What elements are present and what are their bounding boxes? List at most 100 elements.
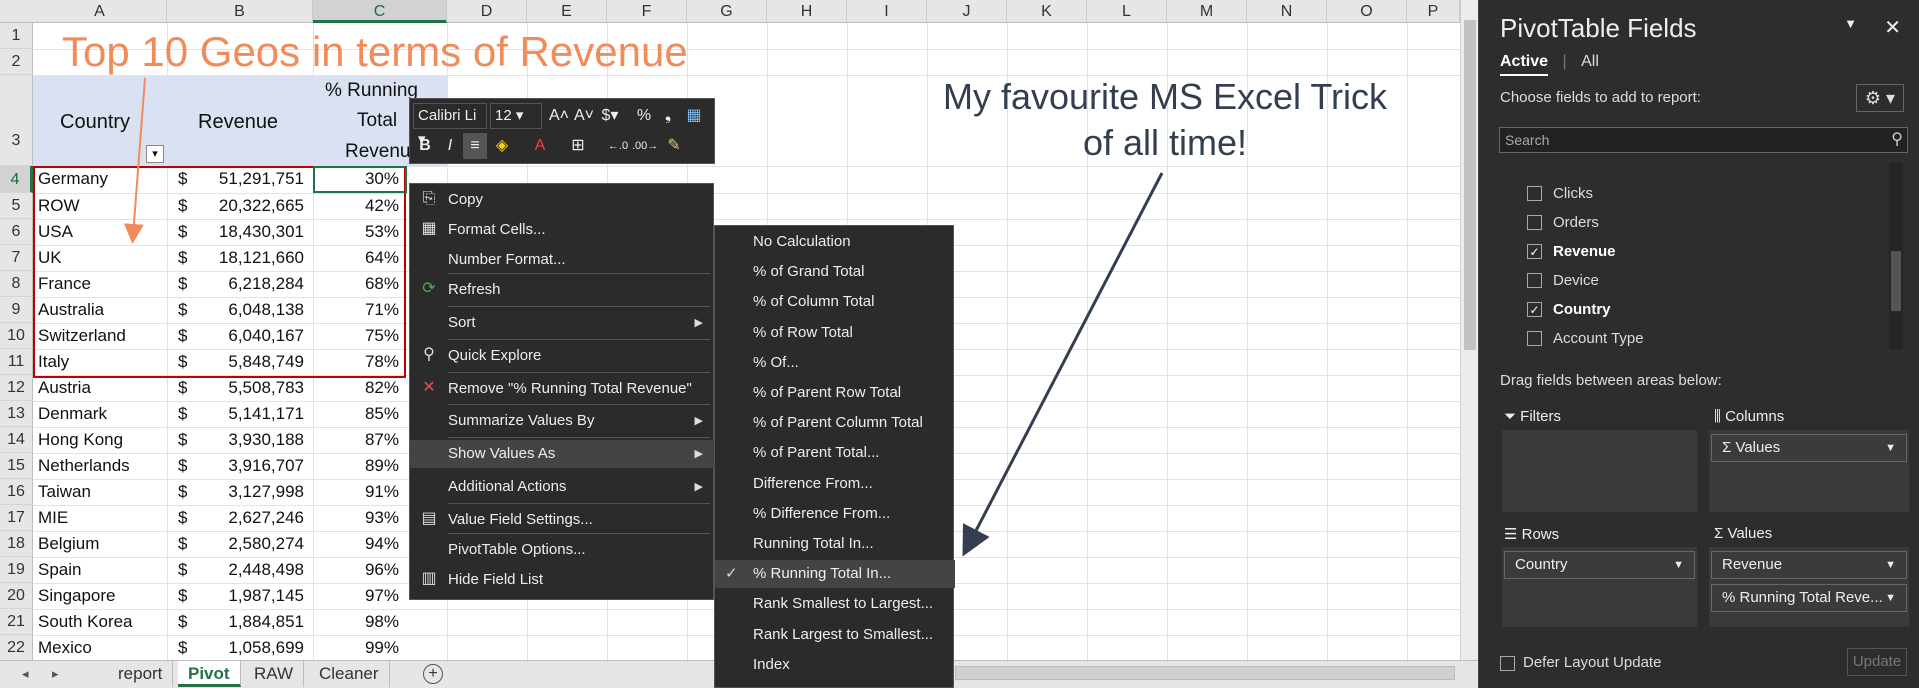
search-input[interactable]: Search ⚲ <box>1499 127 1908 153</box>
tab-pivot[interactable]: Pivot <box>178 661 241 687</box>
borders-icon[interactable]: ⊞ <box>566 133 590 159</box>
defer-layout-update[interactable]: Defer Layout Update <box>1500 654 1661 671</box>
font-size-box[interactable]: 12 ▾ <box>490 103 542 129</box>
chevron-down-icon[interactable]: ▼ <box>1885 552 1896 578</box>
shrink-font-icon[interactable]: A˅ <box>572 103 596 129</box>
tab-cleaner[interactable]: Cleaner <box>309 661 390 687</box>
font-name-box[interactable]: Calibri Li ▾ <box>413 103 487 148</box>
chevron-down-icon[interactable]: ▼ <box>1885 585 1896 611</box>
gear-icon[interactable]: ⚙ ▾ <box>1856 84 1904 112</box>
add-sheet-icon[interactable]: + <box>423 664 443 684</box>
submenu-item-rank-smallest-to-largest[interactable]: Rank Smallest to Largest... <box>715 590 955 618</box>
menu-item-hide-field-list[interactable]: ▥ Hide Field List <box>410 566 715 594</box>
field-orders[interactable]: Orders <box>1527 210 1599 236</box>
field-checkbox[interactable]: ✓ <box>1527 302 1542 317</box>
increase-decimal-icon[interactable]: .00→ <box>632 133 658 159</box>
field-checkbox[interactable] <box>1527 273 1542 288</box>
tab-all[interactable]: All <box>1581 53 1599 71</box>
field-checkbox[interactable] <box>1527 215 1542 230</box>
accounting-format-icon[interactable]: $▾ <box>598 103 622 129</box>
field-revenue[interactable]: ✓ Revenue <box>1527 239 1616 265</box>
menu-item-remove-running-total-revenue[interactable]: ✕ Remove "% Running Total Revenue" <box>410 375 715 403</box>
decrease-decimal-icon[interactable]: ←.0 <box>606 133 630 159</box>
columns-values-pill[interactable]: Σ Values ▼ <box>1711 434 1907 462</box>
menu-item-label: Quick Explore <box>448 347 542 364</box>
submenu-item-of-parent-total[interactable]: % of Parent Total... <box>715 439 955 467</box>
menu-icon-6: ✕ <box>422 379 436 396</box>
menu-item-show-values-as[interactable]: Show Values As ▶ <box>410 440 715 468</box>
pane-options-chevron-icon[interactable]: ▼ <box>1844 16 1857 31</box>
menu-item-quick-explore[interactable]: ⚲ Quick Explore <box>410 342 715 370</box>
menu-item-value-field-settings[interactable]: ▤ Value Field Settings... <box>410 506 715 534</box>
submenu-item-running-total-in[interactable]: ✓ % Running Total In... <box>715 560 955 589</box>
rows-country-pill[interactable]: Country ▼ <box>1504 551 1695 579</box>
menu-item-refresh[interactable]: ⟳ Refresh <box>410 276 715 304</box>
field-list-scrollbar[interactable] <box>1889 163 1903 349</box>
tab-scroll-right-icon[interactable]: ▸ <box>52 661 59 687</box>
submenu-item-of-parent-row-total[interactable]: % of Parent Row Total <box>715 379 955 407</box>
font-color-icon[interactable]: A <box>528 133 552 159</box>
field-clicks[interactable]: Clicks <box>1527 181 1593 207</box>
horizontal-scrollbar[interactable] <box>955 666 1455 680</box>
scroll-thumb[interactable] <box>1464 20 1476 350</box>
menu-item-summarize-values-by[interactable]: Summarize Values By ▶ <box>410 407 715 435</box>
menu-item-label: PivotTable Options... <box>448 541 586 558</box>
field-checkbox[interactable] <box>1527 331 1542 346</box>
align-center-icon[interactable]: ≡ <box>463 133 487 159</box>
submenu-item-of-column-total[interactable]: % of Column Total <box>715 288 955 316</box>
chevron-down-icon[interactable]: ▼ <box>1885 435 1896 461</box>
fill-color-icon[interactable]: ◈ <box>490 133 514 159</box>
menu-item-additional-actions[interactable]: Additional Actions ▶ <box>410 473 715 501</box>
close-icon[interactable]: ✕ <box>1884 15 1901 40</box>
tab-raw[interactable]: RAW <box>244 661 305 687</box>
field-checkbox[interactable] <box>1527 186 1542 201</box>
tab-scroll-left-icon[interactable]: ◂ <box>22 661 29 687</box>
format-table-icon[interactable]: ▦ <box>682 103 706 129</box>
submenu-item-difference-from[interactable]: % Difference From... <box>715 500 955 528</box>
rows-pill-text: Country <box>1515 556 1568 573</box>
field-device[interactable]: Device <box>1527 268 1599 294</box>
menu-item-format-cells[interactable]: ▦ Format Cells... <box>410 216 715 244</box>
filters-drop-zone[interactable] <box>1502 430 1697 512</box>
italic-icon[interactable]: I <box>438 133 462 159</box>
values-revenue-pill[interactable]: Revenue ▼ <box>1711 551 1907 579</box>
field-checkbox[interactable]: ✓ <box>1527 244 1542 259</box>
field-list-scroll-thumb[interactable] <box>1891 251 1901 311</box>
font-size: 12 <box>495 107 512 124</box>
submenu-item-label: % Running Total In... <box>753 565 892 583</box>
submenu-item-index[interactable]: Index <box>715 651 955 679</box>
chevron-down-icon[interactable]: ▼ <box>1673 552 1684 578</box>
menu-item-sort[interactable]: Sort ▶ <box>410 309 715 337</box>
field-account-type[interactable]: Account Type <box>1527 326 1644 349</box>
search-icon[interactable]: ⚲ <box>1891 128 1903 152</box>
submenu-item-of-grand-total[interactable]: % of Grand Total <box>715 258 955 286</box>
submenu-item-running-total-in[interactable]: Running Total In... <box>715 530 955 558</box>
field-label: Revenue <box>1553 243 1616 260</box>
menu-icon-3: ⟳ <box>422 280 436 297</box>
defer-checkbox[interactable] <box>1500 655 1515 671</box>
submenu-item-of-parent-column-total[interactable]: % of Parent Column Total <box>715 409 955 437</box>
submenu-item-of[interactable]: % Of... <box>715 349 955 377</box>
submenu-item-no-calculation[interactable]: No Calculation <box>715 228 955 256</box>
tab-report[interactable]: report <box>108 661 174 687</box>
field-label: Country <box>1553 301 1611 318</box>
menu-item-number-format[interactable]: Number Format... <box>410 246 715 274</box>
format-painter-icon[interactable]: ✎ <box>662 133 686 159</box>
tab-active[interactable]: Active <box>1500 53 1549 76</box>
field-label: Orders <box>1553 214 1599 231</box>
field-country[interactable]: ✓ Country <box>1527 297 1611 323</box>
comma-style-icon[interactable]: ❟ <box>656 103 680 129</box>
update-button[interactable]: Update <box>1847 648 1907 676</box>
submenu-item-difference-from[interactable]: Difference From... <box>715 470 955 498</box>
bold-icon[interactable]: B <box>413 133 437 159</box>
menu-item-copy[interactable]: ⎘ Copy <box>410 186 715 214</box>
submenu-item-of-row-total[interactable]: % of Row Total <box>715 319 955 347</box>
menu-item-label: Show Values As <box>448 445 556 462</box>
percent-style-icon[interactable]: % <box>632 103 656 129</box>
grow-font-icon[interactable]: A˄ <box>547 103 571 129</box>
values-running-total-pill[interactable]: % Running Total Reve... ▼ <box>1711 584 1907 612</box>
vertical-scrollbar[interactable] <box>1460 0 1478 660</box>
menu-item-pivottable-options[interactable]: PivotTable Options... <box>410 536 715 564</box>
pivottable-fields-pane: PivotTable Fields ▼ ✕ Active | All Choos… <box>1478 0 1919 688</box>
submenu-item-rank-largest-to-smallest[interactable]: Rank Largest to Smallest... <box>715 621 955 649</box>
